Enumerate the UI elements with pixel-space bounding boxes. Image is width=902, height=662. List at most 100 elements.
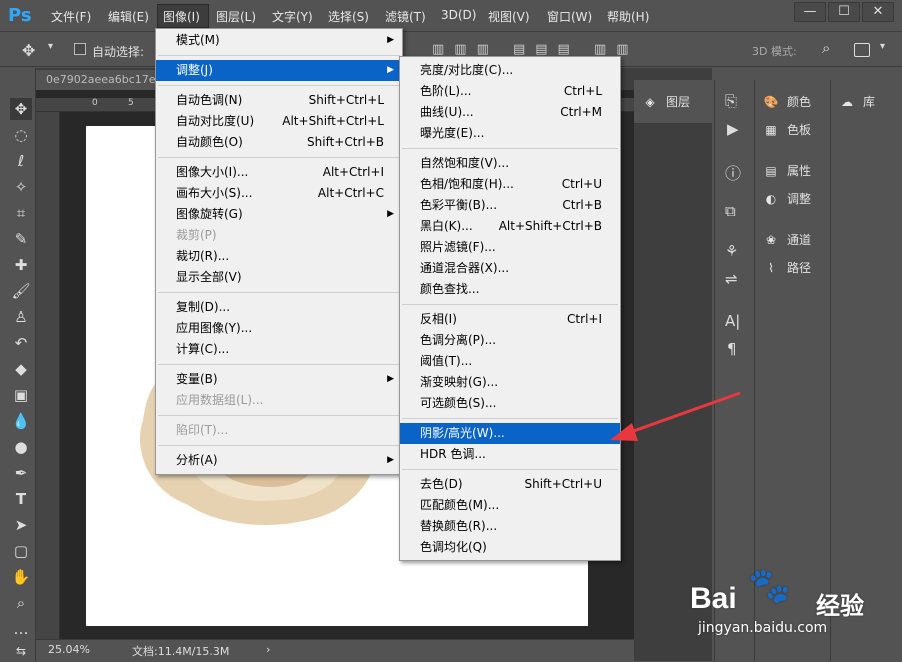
menu-layer[interactable]: 图层(L) bbox=[216, 8, 256, 25]
menu-item[interactable]: 显示全部(V) bbox=[156, 267, 402, 288]
menu-item[interactable]: 通道混合器(X)... bbox=[400, 258, 620, 279]
marquee-tool-icon[interactable]: ◌ bbox=[10, 124, 32, 146]
move-tool-icon[interactable]: ✥ bbox=[22, 41, 35, 60]
menu-edit[interactable]: 编辑(E) bbox=[108, 8, 149, 25]
menu-item[interactable]: HDR 色调... bbox=[400, 444, 620, 465]
document-tab[interactable]: 0e7902aeea6bc17e8 bbox=[36, 70, 163, 90]
magic-wand-tool-icon[interactable]: ✧ bbox=[10, 176, 32, 198]
menu-item[interactable]: 曝光度(E)... bbox=[400, 123, 620, 144]
menu-item[interactable]: 调整(J) ▶ bbox=[156, 60, 402, 81]
menu-3d[interactable]: 3D(D) bbox=[441, 8, 476, 22]
menu-window[interactable]: 窗口(W) bbox=[547, 8, 592, 25]
menu-item[interactable]: 画布大小(S)... Alt+Ctrl+C bbox=[156, 183, 402, 204]
menu-item[interactable]: 可选颜色(S)... bbox=[400, 393, 620, 414]
character-icon[interactable]: A| bbox=[725, 312, 740, 330]
libraries-panel-tab[interactable]: ☁ 库 bbox=[837, 90, 875, 114]
menu-item[interactable]: 裁切(R)... bbox=[156, 246, 402, 267]
workspace-dropdown-icon[interactable]: ▾ bbox=[880, 41, 885, 52]
properties-panel-tab[interactable]: ▤ 属性 bbox=[761, 159, 811, 183]
channels-panel-tab[interactable]: ❀ 通道 bbox=[761, 228, 811, 252]
menu-item[interactable]: 自动颜色(O) Shift+Ctrl+B bbox=[156, 132, 402, 153]
menu-item[interactable]: 应用图像(Y)... bbox=[156, 318, 402, 339]
swap-colors-icon[interactable]: ⇆ bbox=[10, 640, 32, 662]
menu-item[interactable]: 匹配颜色(M)... bbox=[400, 495, 620, 516]
lasso-tool-icon[interactable]: ℓ bbox=[10, 150, 32, 172]
color-panel-tab[interactable]: 🎨 颜色 bbox=[761, 90, 812, 114]
menu-item[interactable]: 自动对比度(U) Alt+Shift+Ctrl+L bbox=[156, 111, 402, 132]
search-icon[interactable]: ⌕ bbox=[822, 39, 830, 57]
menu-item[interactable]: 亮度/对比度(C)... bbox=[400, 60, 620, 81]
clone-source-icon[interactable]: ⇌ bbox=[725, 270, 738, 288]
info-icon[interactable]: ⓘ bbox=[725, 160, 741, 184]
shape-tool-icon[interactable]: ▢ bbox=[10, 540, 32, 562]
menu-image[interactable]: 图像(I) bbox=[163, 8, 200, 25]
menu-item[interactable]: 渐变映射(G)... bbox=[400, 372, 620, 393]
menu-item-shortcut: Alt+Shift+Ctrl+L bbox=[282, 114, 384, 128]
workspace-icon[interactable] bbox=[854, 43, 870, 57]
hand-tool-icon[interactable]: ✋ bbox=[10, 566, 32, 588]
brush-tool-icon[interactable]: 🖌 bbox=[10, 280, 32, 302]
menu-item[interactable]: 替换颜色(R)... bbox=[400, 516, 620, 537]
move-tool-icon[interactable]: ✥ bbox=[10, 98, 32, 120]
gradient-tool-icon[interactable]: ▣ bbox=[10, 384, 32, 406]
eyedropper-tool-icon[interactable]: ✎ bbox=[10, 228, 32, 250]
history-icon[interactable]: ⎘ bbox=[725, 92, 737, 110]
menu-file[interactable]: 文件(F) bbox=[51, 8, 91, 25]
close-button[interactable]: ✕ bbox=[862, 2, 894, 22]
auto-select-checkbox[interactable] bbox=[74, 43, 86, 55]
menu-help[interactable]: 帮助(H) bbox=[607, 8, 649, 25]
menu-filter[interactable]: 滤镜(T) bbox=[385, 8, 426, 25]
stamp-tool-icon[interactable]: ♙ bbox=[10, 306, 32, 328]
menu-item[interactable]: 自动色调(N) Shift+Ctrl+L bbox=[156, 90, 402, 111]
path-select-tool-icon[interactable]: ➤ bbox=[10, 514, 32, 536]
layers-panel-tab[interactable]: ◈ 图层 bbox=[640, 90, 690, 114]
menu-item[interactable]: 颜色查找... bbox=[400, 279, 620, 300]
menu-item[interactable]: 曲线(U)... Ctrl+M bbox=[400, 102, 620, 123]
paragraph-icon[interactable]: ¶ bbox=[727, 340, 737, 358]
menu-item[interactable]: 图像旋转(G) ▶ bbox=[156, 204, 402, 225]
play-action-icon[interactable]: ▶ bbox=[727, 120, 739, 138]
menu-item[interactable]: 自然饱和度(V)... bbox=[400, 153, 620, 174]
crop-tool-icon[interactable]: ⌗ bbox=[10, 202, 32, 224]
menu-item[interactable]: 图像大小(I)... Alt+Ctrl+I bbox=[156, 162, 402, 183]
menu-item[interactable]: 色阶(L)... Ctrl+L bbox=[400, 81, 620, 102]
swatches-panel-tab[interactable]: ▦ 色板 bbox=[761, 118, 811, 142]
menu-item[interactable]: 色调均化(Q) bbox=[400, 537, 620, 558]
menu-item[interactable]: 色相/饱和度(H)... Ctrl+U bbox=[400, 174, 620, 195]
history-brush-tool-icon[interactable]: ↶ bbox=[10, 332, 32, 354]
menu-select[interactable]: 选择(S) bbox=[328, 8, 369, 25]
menu-item[interactable]: 阈值(T)... bbox=[400, 351, 620, 372]
menu-item[interactable]: 复制(D)... bbox=[156, 297, 402, 318]
menu-view[interactable]: 视图(V) bbox=[488, 8, 530, 25]
type-tool-icon[interactable]: T bbox=[10, 488, 32, 510]
adjustments-panel-tab[interactable]: ◐ 调整 bbox=[761, 187, 811, 211]
menu-item[interactable]: 色调分离(P)... bbox=[400, 330, 620, 351]
eraser-tool-icon[interactable]: ◆ bbox=[10, 358, 32, 380]
healing-brush-tool-icon[interactable]: ✚ bbox=[10, 254, 32, 276]
zoom-tool-icon[interactable]: ⌕ bbox=[10, 592, 32, 614]
menu-item[interactable]: 变量(B) ▶ bbox=[156, 369, 402, 390]
menu-type[interactable]: 文字(Y) bbox=[272, 8, 313, 25]
status-expand-icon[interactable]: › bbox=[266, 643, 270, 656]
dropdown-arrow-icon[interactable]: ▾ bbox=[48, 41, 53, 52]
navigator-icon[interactable]: ⧉ bbox=[725, 202, 736, 220]
align-icons[interactable]: ▥▥▥ ▤▤▤ ▥▥ bbox=[432, 42, 639, 57]
brush-presets-icon[interactable]: ⚘ bbox=[725, 242, 738, 260]
maximize-button[interactable]: ☐ bbox=[828, 2, 860, 22]
menu-item[interactable]: 去色(D) Shift+Ctrl+U bbox=[400, 474, 620, 495]
pen-tool-icon[interactable]: ✒ bbox=[10, 462, 32, 484]
menu-item[interactable]: 分析(A) ▶ bbox=[156, 450, 402, 471]
dodge-tool-icon[interactable]: ● bbox=[10, 436, 32, 458]
menu-item[interactable]: 照片滤镜(F)... bbox=[400, 237, 620, 258]
menu-item[interactable]: 色彩平衡(B)... Ctrl+B bbox=[400, 195, 620, 216]
menu-item[interactable]: 阴影/高光(W)... bbox=[400, 423, 620, 444]
minimize-button[interactable]: — bbox=[794, 2, 826, 22]
menu-item[interactable]: 模式(M) ▶ bbox=[156, 30, 402, 51]
more-tools-icon[interactable]: … bbox=[10, 618, 32, 640]
menu-item[interactable]: 反相(I) Ctrl+I bbox=[400, 309, 620, 330]
zoom-level[interactable]: 25.04% bbox=[48, 643, 90, 656]
paths-panel-tab[interactable]: ⌇ 路径 bbox=[761, 256, 811, 280]
menu-item[interactable]: 黑白(K)... Alt+Shift+Ctrl+B bbox=[400, 216, 620, 237]
blur-tool-icon[interactable]: 💧 bbox=[10, 410, 32, 432]
menu-item[interactable]: 计算(C)... bbox=[156, 339, 402, 360]
